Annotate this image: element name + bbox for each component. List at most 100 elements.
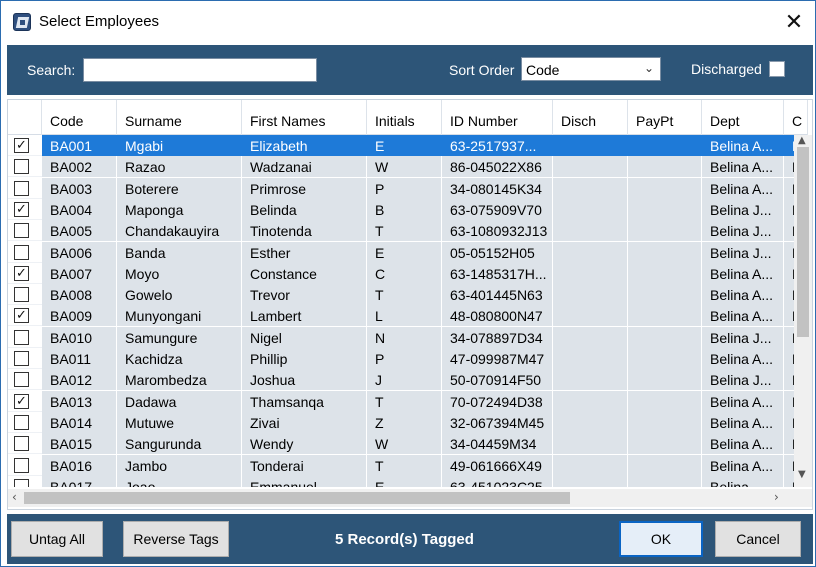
cell-code: BA003 [42, 177, 117, 199]
cell-dept: Belina J... [702, 220, 784, 242]
cell-surname: Sangurunda [117, 433, 242, 455]
vertical-scrollbar[interactable]: ▲ ▼ [794, 135, 812, 487]
row-tag-checkbox[interactable] [14, 244, 29, 260]
table-row[interactable]: ✓ BA009 Munyongani Lambert L 48-080800N47 Beli… [8, 305, 794, 327]
row-tag-checkbox[interactable] [14, 329, 29, 345]
scroll-left-icon[interactable]: ‹ [12, 490, 17, 504]
cell-extra: H [784, 262, 794, 284]
cell-first: Trevor [242, 284, 367, 306]
cell-paypt [628, 475, 702, 487]
column-header-dept[interactable]: Dept [702, 100, 784, 135]
table-row[interactable]: BA012 Marombedza Joshua J 50-070914F50 Belina… [8, 369, 794, 391]
tag-cell [8, 412, 42, 433]
search-input[interactable] [83, 58, 317, 82]
scroll-right-icon[interactable]: › [774, 490, 779, 504]
row-tag-checkbox[interactable]: ✓ [14, 308, 29, 324]
horizontal-scroll-thumb[interactable] [24, 492, 570, 504]
row-tag-checkbox[interactable] [14, 351, 29, 366]
cell-surname: Marombedza [117, 369, 242, 391]
row-tag-checkbox[interactable] [14, 159, 29, 175]
table-row[interactable]: BA014 Mutuwe Zivai Z 32-067394M45 Belina A...… [8, 411, 794, 433]
cell-paypt [628, 369, 702, 391]
column-header-first-names[interactable]: First Names [242, 100, 367, 135]
column-header-surname[interactable]: Surname [117, 100, 242, 135]
row-tag-checkbox[interactable] [14, 372, 29, 388]
table-row[interactable]: BA015 Sangurunda Wendy W 34-04459M34 Belina A… [8, 433, 794, 455]
column-header-disch[interactable]: Disch [553, 100, 628, 135]
table-row[interactable]: ✓ BA007 Moyo Constance C 63-1485317H... Belina… [8, 262, 794, 284]
table-row[interactable]: BA011 Kachidza Phillip P 47-099987M47 Belina … [8, 348, 794, 369]
cell-initials: T [367, 220, 442, 242]
header-tag-column [8, 100, 42, 135]
cell-id: 34-04459M34 [442, 433, 553, 455]
cancel-button[interactable]: Cancel [715, 521, 801, 557]
table-row[interactable]: BA003 Boterere Primrose P 34-080145K34 Belina… [8, 177, 794, 199]
row-tag-checkbox[interactable] [14, 478, 29, 487]
title-bar: Select Employees ✕ [1, 1, 815, 43]
cell-initials: T [367, 284, 442, 306]
cell-extra: H [784, 411, 794, 433]
column-header-c[interactable]: C [784, 100, 808, 135]
cell-extra: H [784, 177, 794, 199]
cell-surname: Gowelo [117, 284, 242, 306]
grid-header: Code Surname First Names Initials ID Number D… [8, 100, 808, 135]
row-tag-checkbox[interactable]: ✓ [14, 393, 29, 409]
cell-surname: Mgabi [117, 135, 242, 156]
column-header-id-number[interactable]: ID Number [442, 100, 553, 135]
cell-extra: H [784, 326, 794, 348]
row-tag-checkbox[interactable]: ✓ [14, 265, 29, 281]
table-row[interactable]: ✓ BA001 Mgabi Elizabeth E 63-2517937... Belina… [8, 135, 794, 156]
untag-all-button[interactable]: Untag All [11, 521, 103, 557]
cell-dept: Belina A... [702, 262, 784, 284]
cell-surname: Kachidza [117, 348, 242, 369]
discharged-label: Discharged [691, 61, 762, 77]
row-tag-checkbox[interactable] [14, 180, 29, 196]
cell-surname: Samungure [117, 326, 242, 348]
column-header-initials[interactable]: Initials [367, 100, 442, 135]
row-tag-checkbox[interactable] [14, 223, 29, 239]
table-row[interactable]: ✓ BA004 Maponga Belinda B 63-075909V70 Belina … [8, 198, 794, 220]
row-tag-checkbox[interactable] [14, 414, 29, 430]
cell-paypt [628, 262, 702, 284]
vertical-scroll-thumb[interactable] [797, 147, 809, 337]
ok-button[interactable]: OK [619, 521, 703, 557]
scroll-down-icon[interactable]: ▼ [798, 469, 806, 480]
cell-first: Wadzanai [242, 156, 367, 178]
cell-disch [553, 156, 628, 178]
reverse-tags-button[interactable]: Reverse Tags [123, 521, 229, 557]
table-row[interactable]: BA005 Chandakauyira Tinotenda T 63-1080932J1… [8, 220, 794, 242]
table-row[interactable]: BA016 Jambo Tonderai T 49-061666X49 Belina A.… [8, 454, 794, 476]
horizontal-scrollbar[interactable]: ‹ › [8, 489, 794, 507]
cell-extra: H [784, 475, 794, 487]
sort-order-value: Code [526, 62, 560, 78]
cell-code: BA016 [42, 454, 117, 476]
cell-dept: Belina A... [702, 135, 784, 156]
employee-grid: Code Surname First Names Initials ID Number D… [7, 99, 813, 510]
cell-extra: H [784, 156, 794, 178]
cell-dept: Belina A... [702, 433, 784, 455]
cell-dept: Belina A... [702, 390, 784, 412]
cell-id: 50-070914F50 [442, 369, 553, 391]
row-tag-checkbox[interactable] [14, 436, 29, 452]
column-header-paypt[interactable]: PayPt [628, 100, 702, 135]
cell-id: 47-099987M47 [442, 348, 553, 369]
sort-order-select[interactable]: Code ⌄ [521, 57, 661, 81]
cell-dept: Belina A... [702, 305, 784, 327]
discharged-checkbox[interactable] [769, 61, 785, 77]
table-row[interactable]: BA010 Samungure Nigel N 34-078897D34 Belina J… [8, 326, 794, 348]
scroll-up-icon[interactable]: ▲ [798, 135, 806, 146]
row-tag-checkbox[interactable]: ✓ [14, 201, 29, 217]
table-row[interactable]: BA008 Gowelo Trevor T 63-401445N63 Belina A..… [8, 284, 794, 306]
table-row[interactable]: ✓ BA013 Dadawa Thamsanqa T 70-072494D38 Belina… [8, 390, 794, 412]
row-tag-checkbox[interactable] [14, 287, 29, 303]
tagged-status: 5 Record(s) Tagged [335, 531, 474, 548]
column-header-code[interactable]: Code [42, 100, 117, 135]
table-row[interactable]: BA006BandaEstherE05-05152H05 Belina J...H [8, 241, 794, 263]
close-button[interactable]: ✕ [777, 7, 811, 37]
table-row[interactable]: BA002 Razao Wadzanai W 86-045022X86 Belina A.… [8, 156, 794, 178]
row-tag-checkbox[interactable]: ✓ [14, 138, 29, 153]
cell-disch [553, 241, 628, 263]
row-tag-checkbox[interactable] [14, 457, 29, 473]
cell-disch [553, 177, 628, 199]
table-row[interactable]: BA017JoaoEmmanuelE63-451023C25 Belina...H [8, 475, 794, 487]
